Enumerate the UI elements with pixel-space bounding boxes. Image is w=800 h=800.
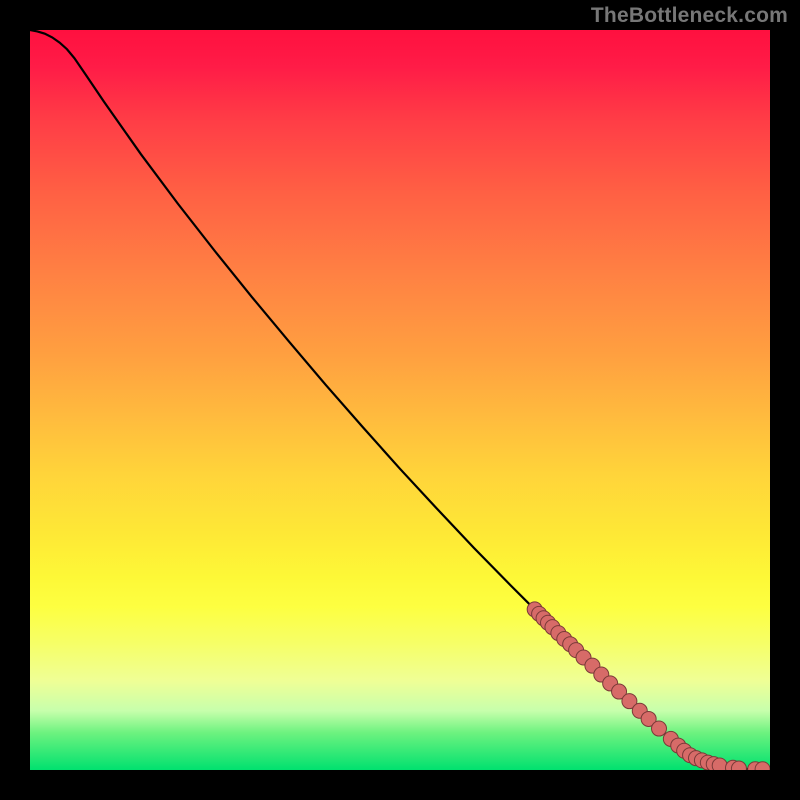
watermark-text: TheBottleneck.com	[591, 4, 788, 28]
chart-svg-layer	[30, 30, 770, 770]
data-points-group	[527, 602, 770, 770]
data-point	[652, 721, 667, 736]
data-point	[712, 758, 727, 770]
chart-frame: TheBottleneck.com	[0, 0, 800, 800]
main-curve	[30, 30, 770, 769]
